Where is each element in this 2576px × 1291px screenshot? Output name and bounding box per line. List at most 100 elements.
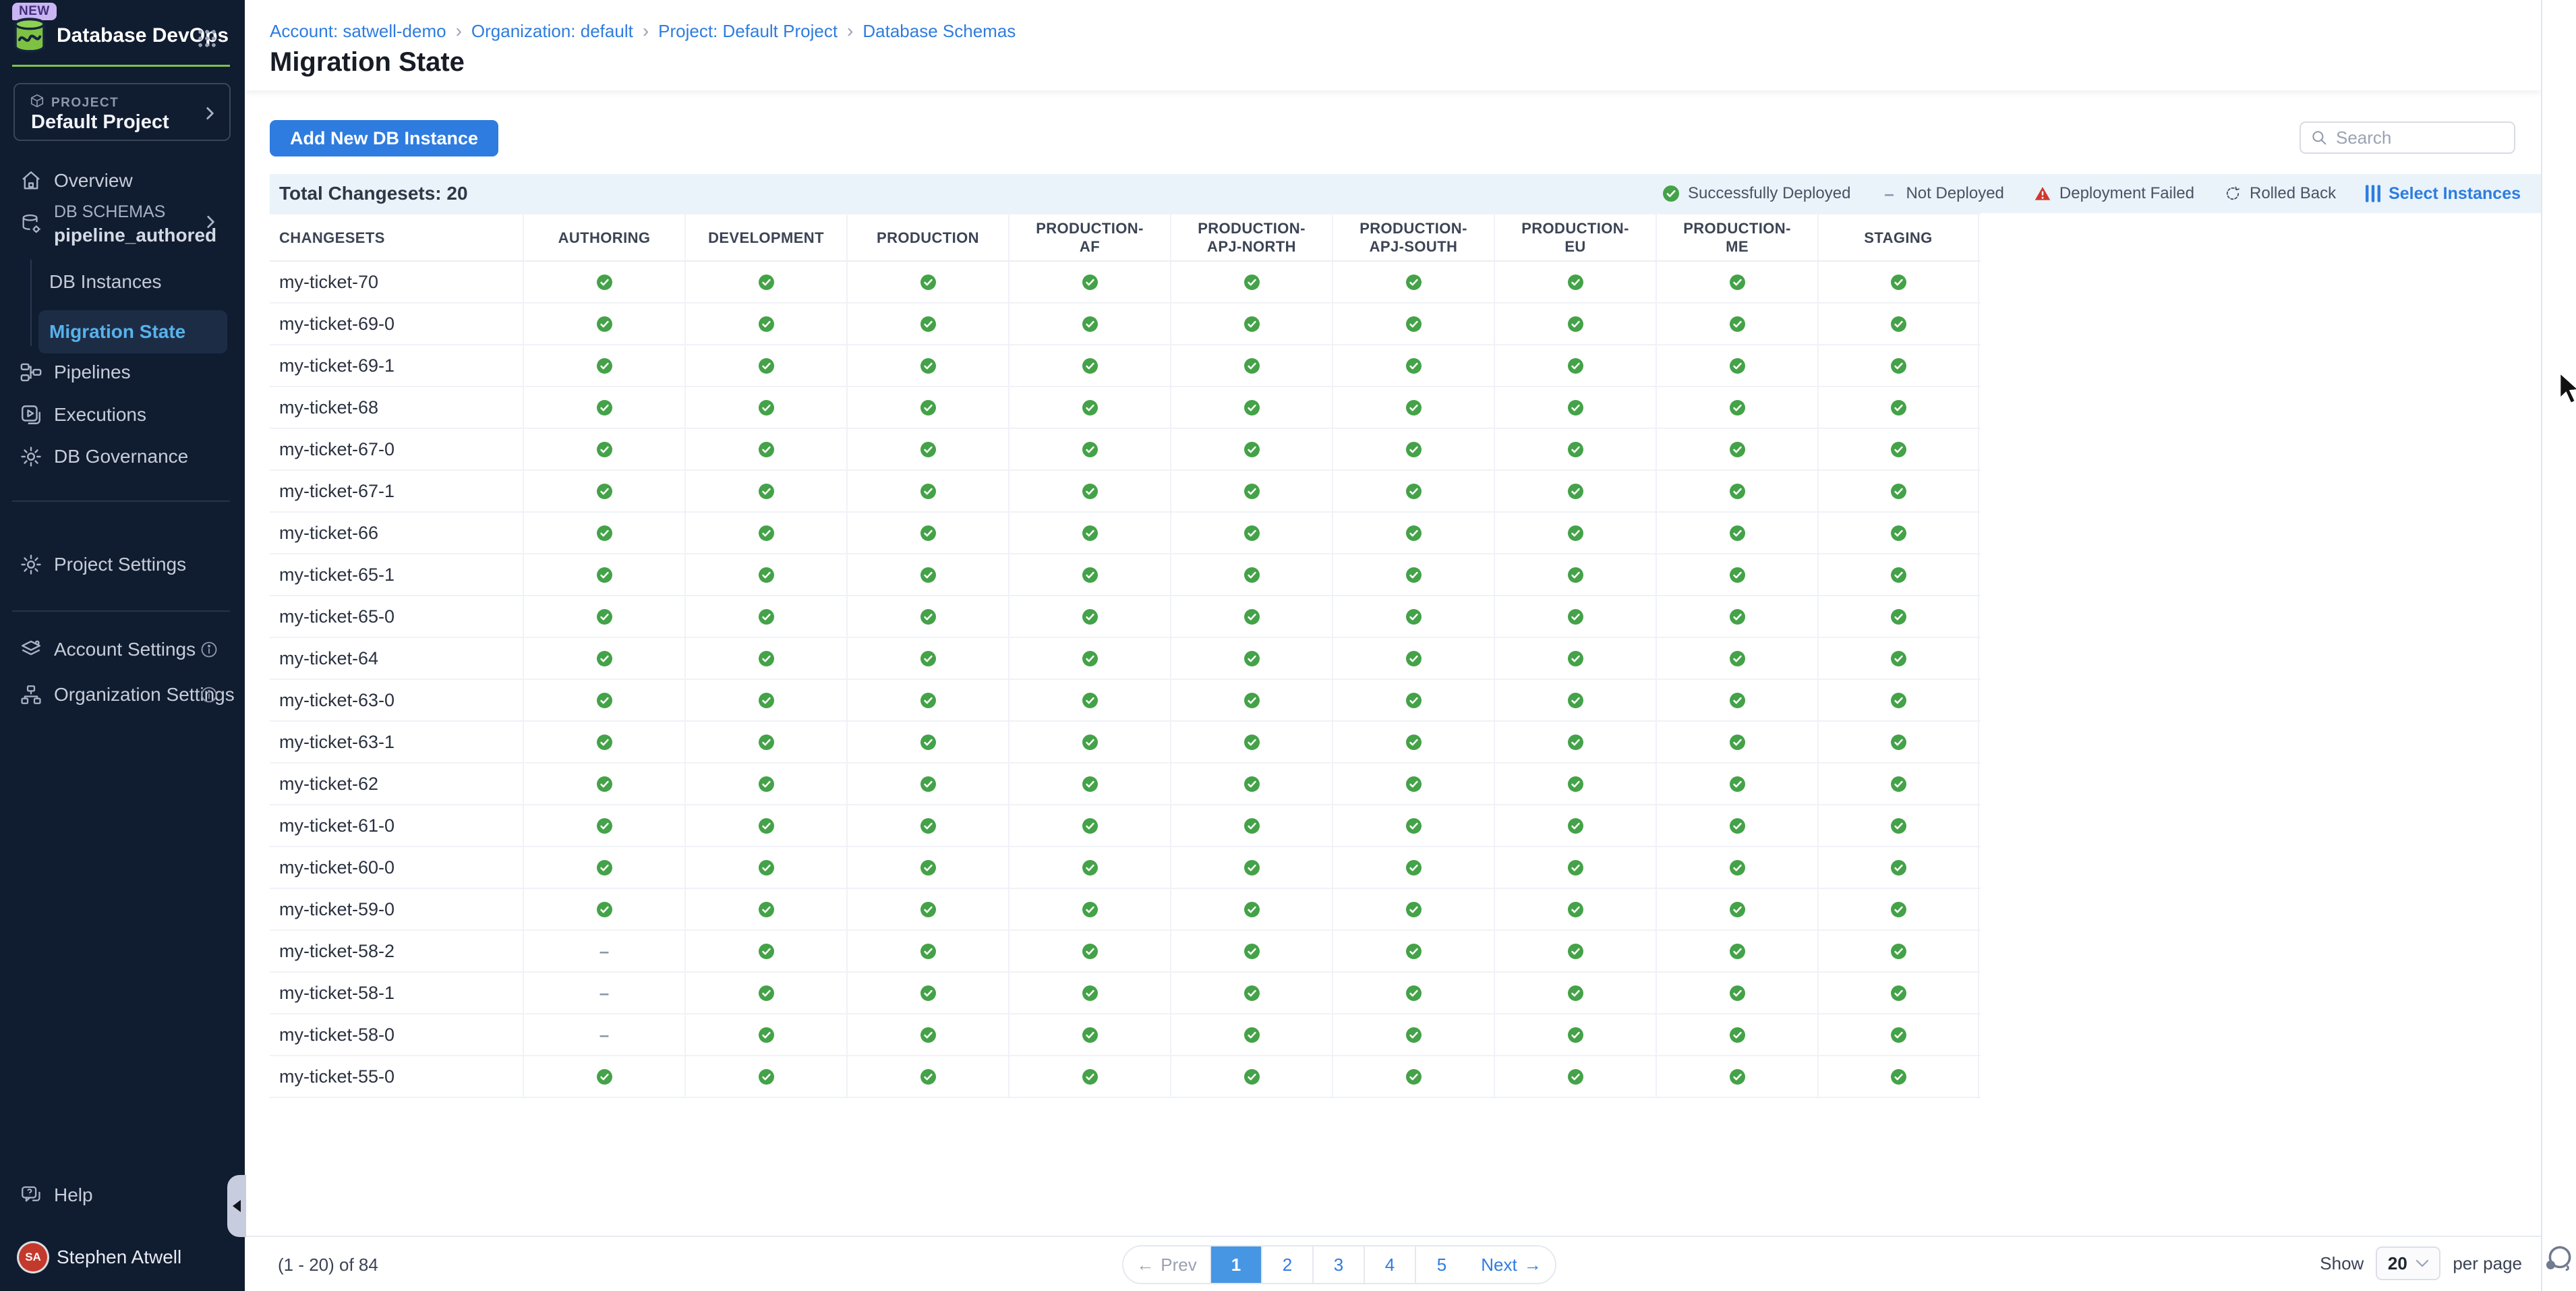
table-row: my-ticket-67-1: [270, 471, 1981, 513]
status-cell: [1332, 513, 1494, 553]
status-cell: [846, 889, 1008, 929]
success-check-icon: [1891, 316, 1906, 332]
sidebar-item-overview[interactable]: Overview: [0, 162, 245, 200]
info-icon[interactable]: [200, 685, 218, 704]
next-page-button[interactable]: Next: [1467, 1246, 1555, 1283]
table-row: my-ticket-65-1: [270, 554, 1981, 596]
status-cell: [684, 304, 846, 344]
prev-page-button[interactable]: Prev: [1123, 1246, 1211, 1283]
success-check-icon: [1244, 1027, 1260, 1043]
home-icon: [19, 169, 43, 193]
page-button-2[interactable]: 2: [1262, 1246, 1314, 1283]
breadcrumb-link[interactable]: Organization: default: [471, 21, 633, 42]
breadcrumb-link[interactable]: Account: satwell-demo: [270, 21, 446, 42]
page-button-3[interactable]: 3: [1314, 1246, 1365, 1283]
add-new-db-instance-button[interactable]: Add New DB Instance: [270, 120, 498, 156]
success-check-icon: [759, 1027, 774, 1043]
success-check-icon: [1244, 609, 1260, 625]
status-cell: [1008, 429, 1170, 469]
status-cell: [1656, 471, 1817, 511]
support-icon[interactable]: [2544, 1244, 2575, 1275]
chevron-right-icon: [202, 213, 219, 231]
status-cell: [523, 471, 684, 511]
status-cell: [1332, 1056, 1494, 1097]
page-button-5[interactable]: 5: [1416, 1246, 1467, 1283]
sidebar-item-pipelines[interactable]: Pipelines: [0, 353, 245, 391]
status-cell: [1170, 345, 1332, 386]
info-icon[interactable]: [200, 640, 218, 659]
status-cell: [1494, 345, 1656, 386]
success-check-icon: [1891, 860, 1906, 876]
pagination: Prev 12345 Next: [1122, 1245, 1556, 1284]
success-check-icon: [920, 609, 936, 625]
status-cell: [1656, 345, 1817, 386]
success-check-icon: [1406, 442, 1422, 457]
sidebar-item-executions[interactable]: Executions: [0, 396, 245, 434]
project-label: PROJECT: [51, 96, 119, 111]
status-cell: [684, 973, 846, 1013]
success-check-icon: [1406, 902, 1422, 917]
status-cell: [1494, 973, 1656, 1013]
breadcrumb-link[interactable]: Project: Default Project: [658, 21, 838, 42]
page-button-1[interactable]: 1: [1211, 1246, 1262, 1283]
success-check-icon: [1406, 275, 1422, 290]
sidebar-item-organization-settings[interactable]: Organization Settings: [0, 676, 245, 714]
table-body: my-ticket-70my-ticket-69-0my-ticket-69-1…: [270, 262, 1981, 1098]
sidebar-item-account-settings[interactable]: Account Settings: [0, 631, 245, 668]
table-row: my-ticket-63-0: [270, 680, 1981, 722]
status-cell: [1817, 1056, 1979, 1097]
status-cell: [684, 931, 846, 971]
app-switcher-grid-icon[interactable]: [196, 27, 218, 50]
breadcrumb-link[interactable]: Database Schemas: [862, 21, 1016, 42]
sidebar-item-db-schemas[interactable]: DB SCHEMAS pipeline_authored: [0, 202, 245, 247]
scrollbar-gutter[interactable]: [2541, 0, 2576, 1291]
user-menu[interactable]: SA Stephen Atwell: [0, 1238, 245, 1276]
success-check-icon: [1082, 944, 1098, 959]
success-check-icon: [759, 693, 774, 708]
success-check-icon: [597, 651, 612, 666]
status-cell: [1170, 931, 1332, 971]
sidebar-item-project-settings[interactable]: Project Settings: [0, 546, 245, 583]
success-check-icon: [1406, 609, 1422, 625]
status-cell: [1008, 513, 1170, 553]
status-cell: [523, 1014, 684, 1055]
status-cell: [1008, 471, 1170, 511]
changeset-name: my-ticket-58-0: [270, 1014, 523, 1055]
status-cell: [1494, 1056, 1656, 1097]
changeset-name: my-ticket-69-0: [270, 304, 523, 344]
success-check-icon: [1891, 651, 1906, 666]
sidebar-collapse-handle[interactable]: [227, 1175, 246, 1237]
success-check-icon: [1082, 1027, 1098, 1043]
sidebar-item-db-governance[interactable]: DB Governance: [0, 438, 245, 476]
success-check-icon: [1891, 985, 1906, 1001]
success-check-icon: [920, 484, 936, 499]
success-check-icon: [920, 902, 936, 917]
status-cell: [1332, 973, 1494, 1013]
status-cell: [1656, 638, 1817, 679]
success-check-icon: [597, 1069, 612, 1085]
status-cell: [684, 429, 846, 469]
select-instances-button[interactable]: Select Instances: [2366, 184, 2521, 204]
mouse-cursor: [2557, 371, 2576, 411]
project-cube-icon: [30, 94, 45, 112]
not-deployed-dash-icon: [599, 941, 609, 962]
status-cell: [1008, 1014, 1170, 1055]
sidebar-divider: [12, 500, 230, 502]
sidebar-item-help[interactable]: Help: [0, 1176, 245, 1214]
status-cell: [1170, 387, 1332, 428]
page-button-4[interactable]: 4: [1365, 1246, 1416, 1283]
governance-gear-icon: [19, 444, 43, 469]
legend-label: Deployment Failed: [2059, 184, 2194, 203]
page-size-select[interactable]: 20: [2376, 1246, 2440, 1280]
sidebar-item-migration-state[interactable]: Migration State: [38, 310, 227, 353]
success-check-icon: [1244, 525, 1260, 541]
sidebar-item-db-instances[interactable]: DB Instances: [0, 264, 245, 299]
success-check-icon: [597, 693, 612, 708]
column-header: PRODUCTION: [846, 214, 1008, 260]
success-check-icon: [1082, 651, 1098, 666]
pagination-range: (1 - 20) of 84: [278, 1255, 378, 1275]
project-selector[interactable]: PROJECT Default Project: [13, 83, 231, 141]
breadcrumb: Account: satwell-demo›Organization: defa…: [270, 20, 1016, 42]
search-box[interactable]: [2300, 121, 2515, 154]
search-input[interactable]: [2336, 127, 2505, 148]
